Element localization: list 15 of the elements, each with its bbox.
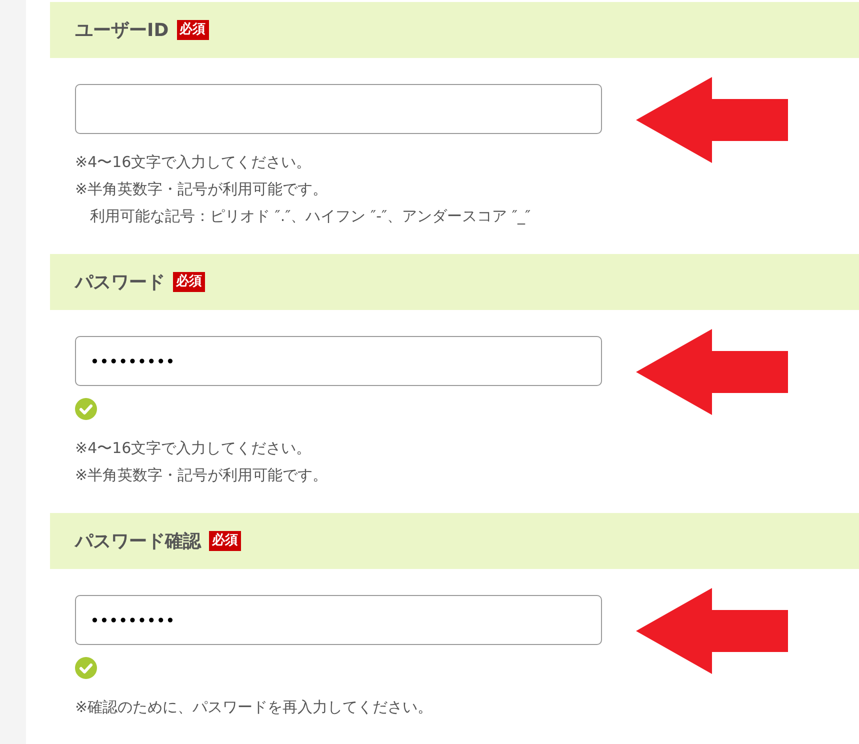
- required-badge: 必須: [176, 20, 209, 40]
- hint-text: ※半角英数字・記号が利用可能です。: [75, 179, 329, 200]
- hint-text: ※4〜16文字で入力してください。: [75, 438, 312, 459]
- hint-text: ※半角英数字・記号が利用可能です。: [75, 465, 329, 486]
- hint-text: ※4〜16文字で入力してください。: [75, 152, 312, 173]
- input-field[interactable]: •••••••••: [75, 595, 602, 645]
- field-label: パスワード確認: [75, 530, 201, 553]
- required-badge: 必須: [173, 272, 205, 292]
- hint-text: ※確認のために、パスワードを再入力してください。: [75, 697, 434, 718]
- hint-text: 利用可能な記号：ピリオド ″.″、ハイフン ″-″、アンダースコア ″_″: [89, 206, 532, 227]
- field-label: ユーザーID: [75, 19, 169, 42]
- required-badge: 必須: [209, 531, 241, 551]
- input-field[interactable]: •••••••••: [75, 336, 602, 386]
- input-field[interactable]: [75, 84, 602, 134]
- field-label: パスワード: [75, 271, 165, 294]
